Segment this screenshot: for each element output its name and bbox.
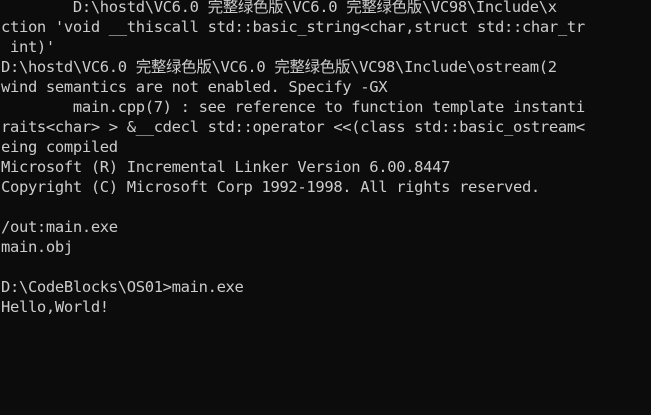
console-line: main.cpp(7) : see reference to function … xyxy=(1,98,585,116)
program-output-line: Hello,World! xyxy=(1,298,109,316)
console-line: D:\hostd\VC6.0 完整绿色版\VC6.0 完整绿色版\VC98\In… xyxy=(1,58,557,76)
console-line: eing compiled xyxy=(1,138,118,156)
console-line: int)' xyxy=(1,38,55,56)
console-line: wind semantics are not enabled. Specify … xyxy=(1,78,388,96)
console-output-area[interactable]: D:\hostd\VC6.0 完整绿色版\VC6.0 完整绿色版\VC98\In… xyxy=(0,0,651,415)
console-prompt-line: D:\CodeBlocks\OS01>main.exe xyxy=(1,278,244,296)
console-line: Copyright (C) Microsoft Corp 1992-1998. … xyxy=(1,178,540,196)
console-line: Microsoft (R) Incremental Linker Version… xyxy=(1,158,451,176)
console-line: /out:main.exe xyxy=(1,218,118,236)
console-line: ction 'void __thiscall std::basic_string… xyxy=(1,18,585,36)
console-line: main.obj xyxy=(1,238,73,256)
console-line: D:\hostd\VC6.0 完整绿色版\VC6.0 完整绿色版\VC98\In… xyxy=(1,0,557,16)
console-line: raits<char> > &__cdecl std::operator <<(… xyxy=(1,118,585,136)
